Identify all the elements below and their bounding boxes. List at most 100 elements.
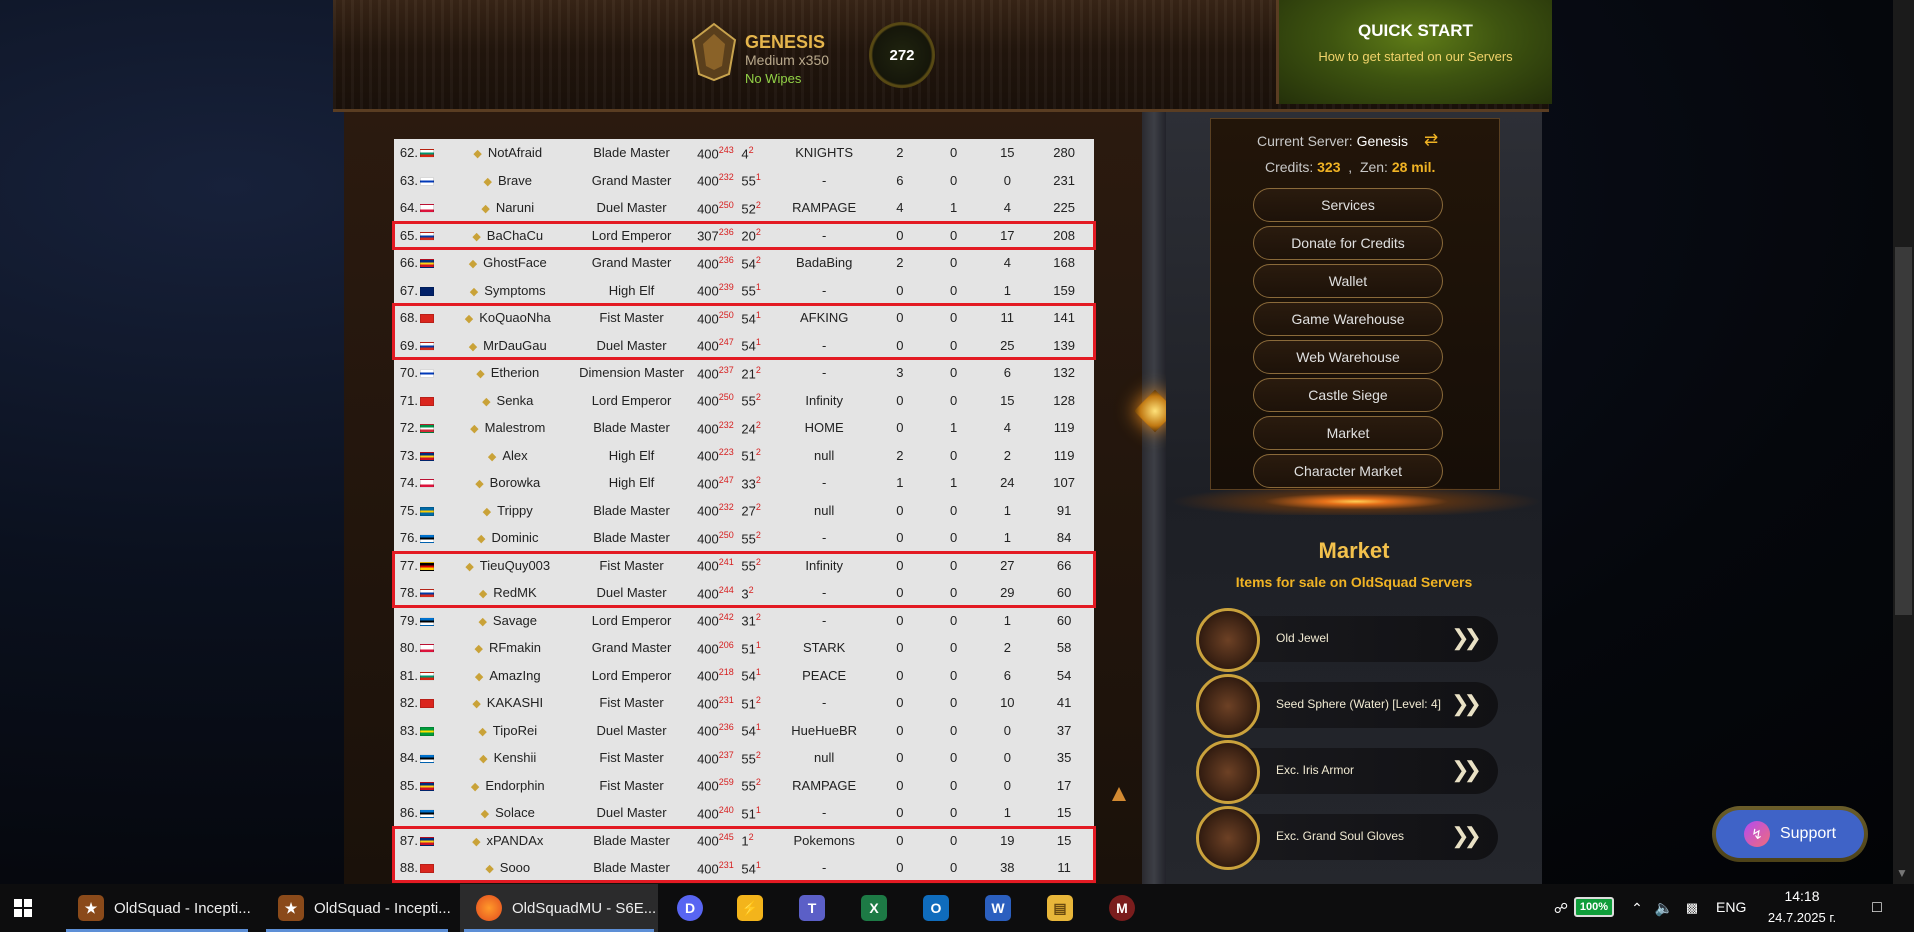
ranking-row: 77. ◆ TieuQuy003 Fist Master 400241 552 Infini… <box>394 552 1094 580</box>
name-cell[interactable]: ◆ Dominic <box>442 524 574 552</box>
guild-cell: PEACE <box>802 667 847 683</box>
name-cell[interactable]: ◆ KoQuaoNha <box>442 304 574 332</box>
name-cell[interactable]: ◆ Naruni <box>442 194 574 222</box>
sidebar-button-wallet[interactable]: Wallet <box>1253 264 1443 298</box>
sidebar-button-market[interactable]: Market <box>1253 416 1443 450</box>
taskbar-app-oldsquad-2[interactable]: ★ OldSquad - Incepti... <box>262 884 452 932</box>
grand-reset-sup: 2 <box>755 364 761 375</box>
grand-reset-sup: 2 <box>755 777 761 788</box>
sidebar-button-web-warehouse[interactable]: Web Warehouse <box>1253 340 1443 374</box>
rank-emblem-icon: ◆ <box>472 230 481 243</box>
name-cell[interactable]: ◆ Alex <box>442 442 574 470</box>
name-cell[interactable]: ◆ KAKASHI <box>442 689 574 717</box>
stat1-cell: 2 <box>896 447 904 463</box>
score-cell: 15 <box>1056 832 1072 848</box>
grand-reset-cell: 212 <box>741 359 775 387</box>
country-flag-icon <box>419 671 434 681</box>
scroll-down-icon[interactable]: ▼ <box>1896 866 1908 880</box>
flag-cell <box>419 469 442 497</box>
guild-cell: - <box>822 282 827 298</box>
name-cell[interactable]: ◆ Trippy <box>442 497 574 525</box>
battery-percent[interactable]: 100% <box>1574 897 1614 917</box>
market-item[interactable]: Seed Sphere (Water) [Level: 4] ❯❯ <box>1196 674 1498 738</box>
reset-cell: 307236 <box>690 222 742 250</box>
sidebar-button-game-warehouse[interactable]: Game Warehouse <box>1253 302 1443 336</box>
stat1-cell: 0 <box>896 310 904 326</box>
volume-icon[interactable]: 🔈 <box>1652 884 1676 932</box>
name-cell[interactable]: ◆ Brave <box>442 167 574 195</box>
market-item[interactable]: Exc. Grand Soul Gloves ❯❯ <box>1196 806 1498 870</box>
game-launcher-icon[interactable]: M <box>1100 884 1144 932</box>
name-cell[interactable]: ◆ Malestrom <box>442 414 574 442</box>
name-cell[interactable]: ◆ Etherion <box>442 359 574 387</box>
language-indicator[interactable]: ENG <box>1716 899 1746 915</box>
reset-cell: 400236 <box>690 249 742 277</box>
character-name: Endorphin <box>485 777 545 793</box>
name-cell[interactable]: ◆ Sooo <box>442 854 574 882</box>
scroll-top-icon[interactable]: ▲ <box>1106 780 1132 830</box>
class-cell: Duel Master <box>596 585 667 601</box>
excel-icon[interactable]: X <box>852 884 896 932</box>
chevron-up-icon[interactable]: ⌃ <box>1626 884 1648 932</box>
name-cell[interactable]: ◆ Kenshii <box>442 744 574 772</box>
name-cell[interactable]: ◆ Savage <box>442 607 574 635</box>
name-cell[interactable]: ◆ Solace <box>442 799 574 827</box>
sidebar-button-services[interactable]: Services <box>1253 188 1443 222</box>
market-item[interactable]: Old Jewel ❯❯ <box>1196 608 1498 672</box>
name-cell[interactable]: ◆ Borowka <box>442 469 574 497</box>
stat1-cell: 0 <box>896 502 904 518</box>
name-cell[interactable]: ◆ Symptoms <box>442 277 574 305</box>
name-cell[interactable]: ◆ BaChaCu <box>442 222 574 250</box>
name-cell[interactable]: ◆ MrDauGau <box>442 332 574 360</box>
grand-reset-value: 55 <box>741 530 756 546</box>
grand-reset-sup: 2 <box>755 227 761 238</box>
clock-time[interactable]: 14:18 <box>1764 888 1840 904</box>
reset-value: 400 <box>697 723 719 739</box>
word-icon[interactable]: W <box>976 884 1020 932</box>
name-cell[interactable]: ◆ AmazIng <box>442 662 574 690</box>
character-name: RedMK <box>493 585 537 601</box>
support-button[interactable]: ↯ Support <box>1712 806 1868 862</box>
reset-sup: 237 <box>718 364 734 375</box>
grand-reset-cell: 541 <box>741 717 775 745</box>
quick-start-button[interactable]: QUICK START How to get started on our Se… <box>1276 0 1552 104</box>
stat3-cell: 1 <box>1003 530 1011 546</box>
server-emblem-icon <box>691 22 737 82</box>
notifications-icon[interactable]: □ <box>1860 884 1894 932</box>
sidebar-button-donate-for-credits[interactable]: Donate for Credits <box>1253 226 1443 260</box>
name-cell[interactable]: ◆ RFmakin <box>442 634 574 662</box>
reset-cell: 400250 <box>690 194 742 222</box>
market-item[interactable]: Exc. Iris Armor ❯❯ <box>1196 740 1498 804</box>
teams-icon[interactable]: T <box>790 884 834 932</box>
reset-value: 400 <box>697 640 719 656</box>
network-icon[interactable]: ▩ <box>1680 884 1704 932</box>
file-explorer-icon[interactable]: ▤ <box>1038 884 1082 932</box>
name-cell[interactable]: ◆ Endorphin <box>442 772 574 800</box>
windows-start-icon[interactable] <box>0 884 46 932</box>
name-cell[interactable]: ◆ RedMK <box>442 579 574 607</box>
stat3-cell: 6 <box>1003 667 1011 683</box>
clock-date[interactable]: 24.7.2025 г. <box>1764 910 1840 925</box>
rank-emblem-icon: ◆ <box>476 368 485 381</box>
sidebar-button-castle-siege[interactable]: Castle Siege <box>1253 378 1443 412</box>
name-cell[interactable]: ◆ xPANDAx <box>442 827 574 855</box>
flag-cell <box>419 194 442 222</box>
taskbar-app-firefox[interactable]: OldSquadMU - S6E... <box>460 884 658 932</box>
class-cell: Fist Master <box>599 695 664 711</box>
name-cell[interactable]: ◆ TieuQuy003 <box>442 552 574 580</box>
taskbar-app-oldsquad-1[interactable]: ★ OldSquad - Incepti... <box>62 884 252 932</box>
switch-server-icon[interactable]: ⇄ <box>1424 130 1438 150</box>
flag-cell <box>419 277 442 305</box>
name-cell[interactable]: ◆ Senka <box>442 387 574 415</box>
defender-icon[interactable]: ☍ <box>1550 884 1572 932</box>
sidebar-button-character-market[interactable]: Character Market <box>1253 454 1443 488</box>
page-scroll-thumb[interactable] <box>1895 247 1912 615</box>
grand-reset-cell: 332 <box>741 469 775 497</box>
name-cell[interactable]: ◆ GhostFace <box>442 249 574 277</box>
shortcut-app-icon[interactable]: ⚡ <box>728 884 772 932</box>
outlook-icon[interactable]: O <box>914 884 958 932</box>
name-cell[interactable]: ◆ NotAfraid <box>442 139 574 167</box>
name-cell[interactable]: ◆ TipoRei <box>442 717 574 745</box>
guild-cell: - <box>822 530 827 546</box>
discord-icon[interactable]: D <box>668 884 712 932</box>
